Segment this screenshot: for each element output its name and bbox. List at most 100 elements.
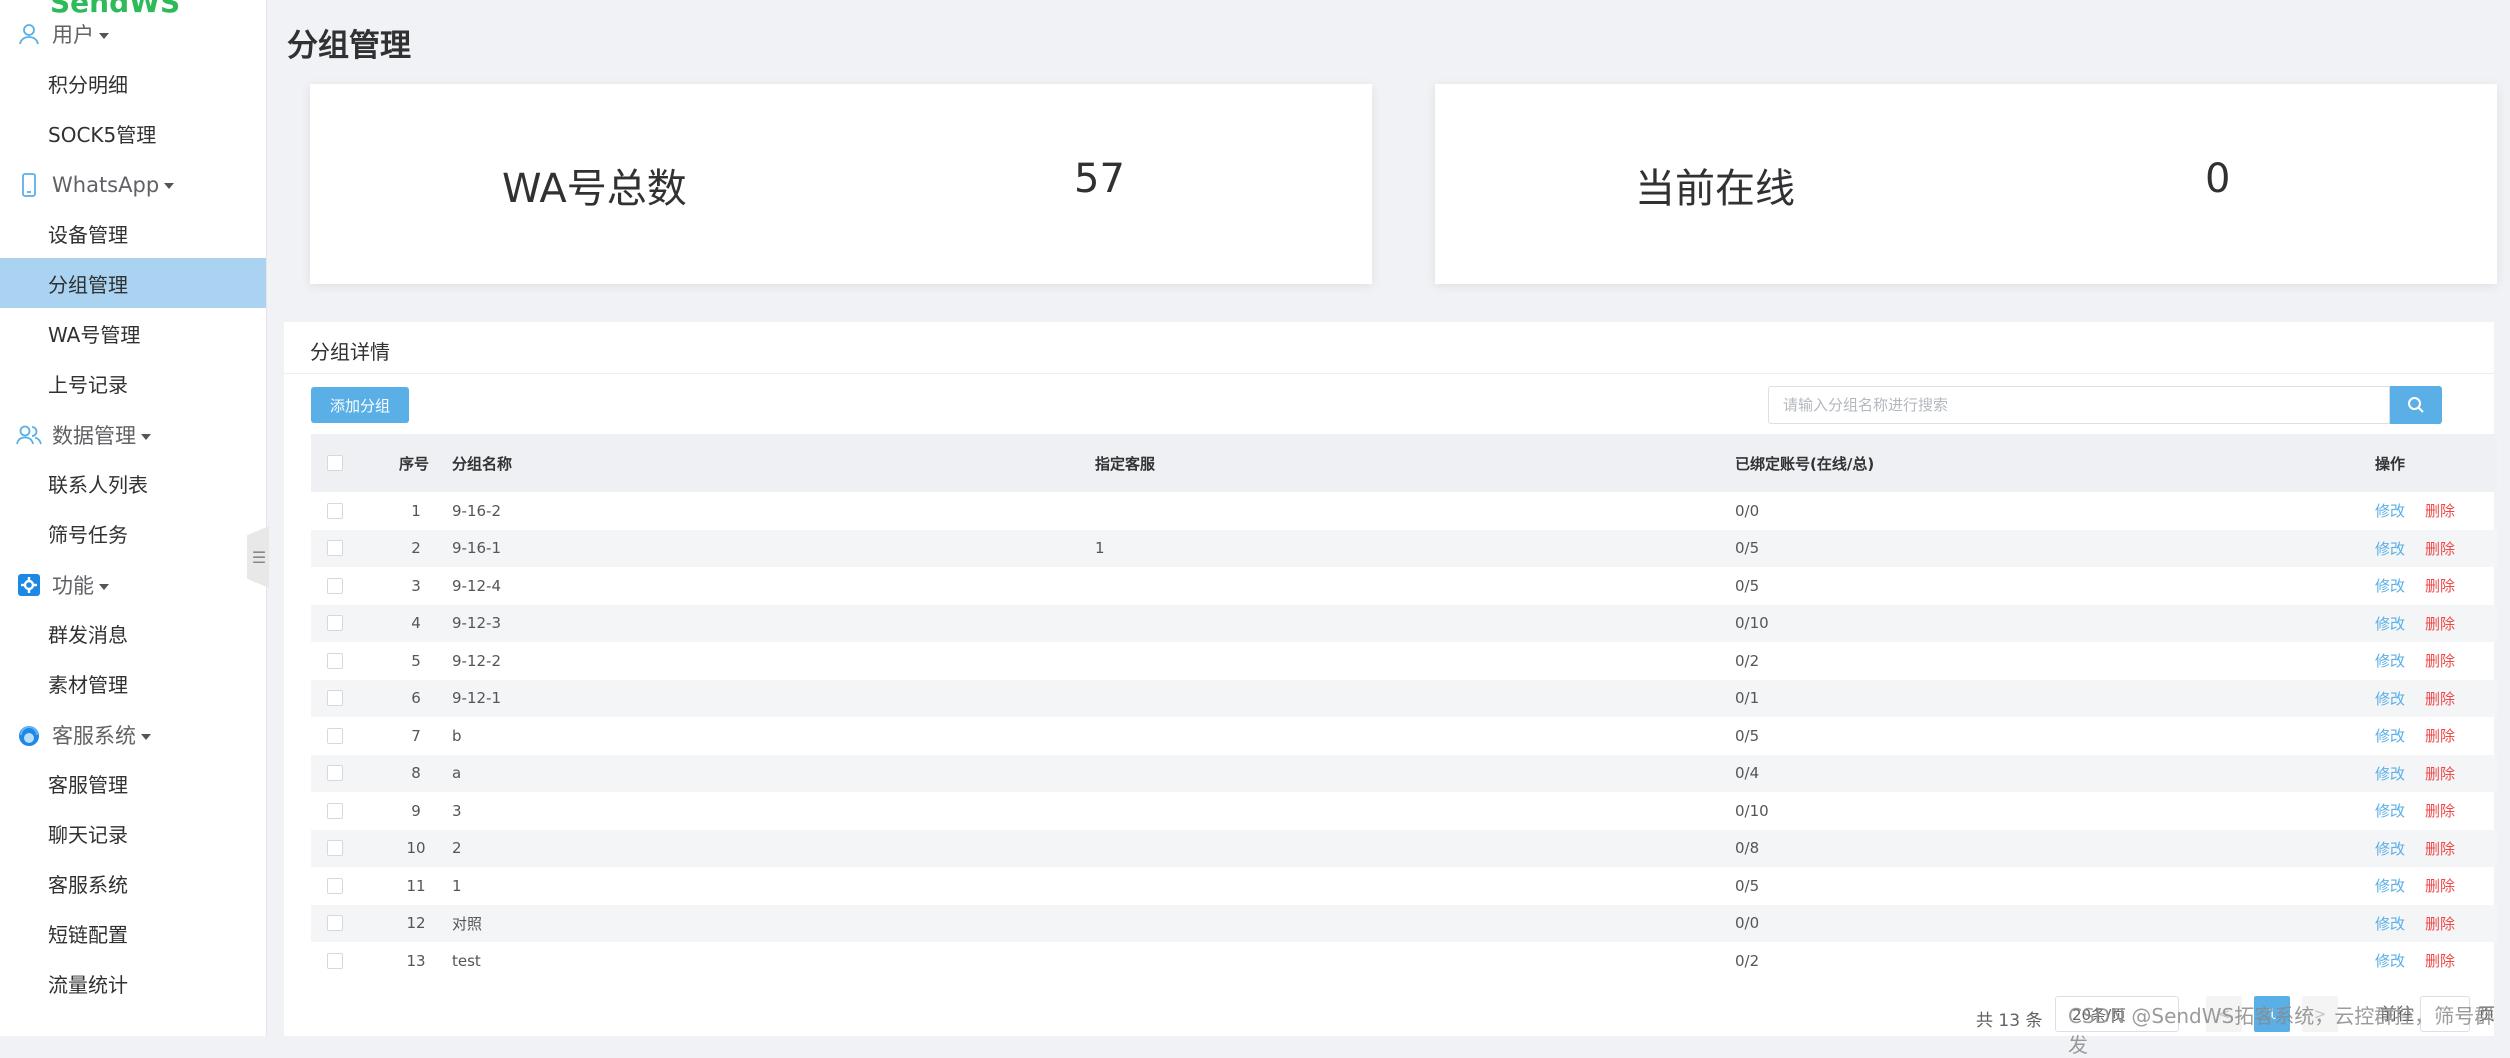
row-index: 12 — [406, 914, 426, 933]
group-name: 9-16-1 — [452, 539, 501, 558]
gear-icon — [16, 572, 42, 598]
row-checkbox[interactable] — [327, 802, 343, 819]
sidebar-item-traffic[interactable]: 流量统计 — [0, 958, 266, 1008]
row-checkbox[interactable] — [327, 840, 343, 857]
column-header: 已绑定账号(在线/总) — [1735, 454, 1875, 473]
edit-link[interactable]: 修改 — [2375, 688, 2405, 709]
collapse-icon: ☰ — [251, 547, 267, 567]
row-index: 2 — [411, 539, 421, 558]
table-row: 2 9-16-1 1 0/5 修改 删除 — [311, 529, 2497, 567]
delete-link[interactable]: 删除 — [2425, 688, 2455, 709]
bound-accounts: 0/5 — [1735, 576, 1760, 595]
row-checkbox[interactable] — [327, 765, 343, 782]
sidebar-group-functions[interactable]: 功能 — [0, 560, 266, 610]
search-button[interactable] — [2390, 386, 2442, 424]
sidebar-item-contacts[interactable]: 联系人列表 — [0, 458, 266, 508]
row-checkbox[interactable] — [327, 877, 343, 894]
stat-value: 57 — [1074, 156, 1125, 202]
sidebar-item-wa-accounts[interactable]: WA号管理 — [0, 308, 266, 358]
row-index: 11 — [406, 876, 426, 895]
row-checkbox[interactable] — [327, 952, 343, 969]
edit-link[interactable]: 修改 — [2375, 725, 2405, 746]
table-row: 7 b 0/5 修改 删除 — [311, 717, 2497, 755]
edit-link[interactable]: 修改 — [2375, 800, 2405, 821]
sidebar-item-service-system[interactable]: 客服系统 — [0, 858, 266, 908]
bound-accounts: 0/0 — [1735, 501, 1760, 520]
row-checkbox[interactable] — [327, 540, 343, 557]
stat-card-online: 当前在线 0 — [1435, 84, 2497, 284]
sidebar-item-sock5[interactable]: SOCK5管理 — [0, 108, 266, 158]
phone-icon — [16, 172, 42, 198]
delete-link[interactable]: 删除 — [2425, 838, 2455, 859]
table-row: 3 9-12-4 0/5 修改 删除 — [311, 567, 2497, 605]
panel-title: 分组详情 — [310, 340, 390, 364]
row-checkbox[interactable] — [327, 915, 343, 932]
sidebar-item-agents[interactable]: 客服管理 — [0, 758, 266, 808]
delete-link[interactable]: 删除 — [2425, 613, 2455, 634]
row-checkbox[interactable] — [327, 502, 343, 519]
table-row: 8 a 0/4 修改 删除 — [311, 754, 2497, 792]
edit-link[interactable]: 修改 — [2375, 500, 2405, 521]
sidebar-item-points[interactable]: 积分明细 — [0, 58, 266, 108]
edit-link[interactable]: 修改 — [2375, 838, 2405, 859]
edit-link[interactable]: 修改 — [2375, 875, 2405, 896]
group-name: 9-12-1 — [452, 689, 501, 708]
stat-value: 0 — [2205, 156, 2231, 202]
row-checkbox[interactable] — [327, 615, 343, 632]
assigned-agent: 1 — [1095, 539, 1105, 558]
sidebar-item-filter-tasks[interactable]: 筛号任务 — [0, 508, 266, 558]
sidebar-group-data[interactable]: 数据管理 — [0, 410, 266, 460]
group-name: 2 — [452, 839, 462, 858]
add-group-button[interactable]: 添加分组 — [311, 387, 409, 423]
group-name: 1 — [452, 876, 462, 895]
row-checkbox[interactable] — [327, 690, 343, 707]
bound-accounts: 0/10 — [1735, 614, 1769, 633]
row-index: 10 — [406, 839, 426, 858]
bound-accounts: 0/0 — [1735, 914, 1760, 933]
delete-link[interactable]: 删除 — [2425, 575, 2455, 596]
table-row: 1 9-16-2 0/0 修改 删除 — [311, 492, 2497, 530]
sidebar-item-groups[interactable]: 分组管理 — [0, 258, 266, 308]
sidebar-item-login-records[interactable]: 上号记录 — [0, 358, 266, 408]
page-title: 分组管理 — [287, 28, 411, 64]
delete-link[interactable]: 删除 — [2425, 725, 2455, 746]
sidebar-group-service[interactable]: 客服系统 — [0, 710, 266, 760]
delete-link[interactable]: 删除 — [2425, 875, 2455, 896]
edit-link[interactable]: 修改 — [2375, 950, 2405, 971]
delete-link[interactable]: 删除 — [2425, 538, 2455, 559]
row-checkbox[interactable] — [327, 652, 343, 669]
sidebar-group-whatsapp[interactable]: WhatsApp — [0, 160, 266, 210]
sidebar-item-chat-records[interactable]: 聊天记录 — [0, 808, 266, 858]
delete-link[interactable]: 删除 — [2425, 650, 2455, 671]
caret-down-icon — [99, 33, 109, 39]
delete-link[interactable]: 删除 — [2425, 800, 2455, 821]
select-all-checkbox[interactable] — [327, 455, 343, 471]
delete-link[interactable]: 删除 — [2425, 500, 2455, 521]
bound-accounts: 0/10 — [1735, 801, 1769, 820]
panel-header: 分组详情 — [284, 322, 2494, 374]
delete-link[interactable]: 删除 — [2425, 913, 2455, 934]
edit-link[interactable]: 修改 — [2375, 575, 2405, 596]
row-index: 7 — [411, 726, 421, 745]
sidebar-item-shortlinks[interactable]: 短链配置 — [0, 908, 266, 958]
row-checkbox[interactable] — [327, 727, 343, 744]
row-checkbox[interactable] — [327, 577, 343, 594]
sidebar-collapse-handle[interactable]: ☰ — [247, 526, 269, 588]
sidebar-item-broadcast[interactable]: 群发消息 — [0, 608, 266, 658]
edit-link[interactable]: 修改 — [2375, 613, 2405, 634]
search-input[interactable] — [1768, 386, 2390, 424]
row-index: 8 — [411, 764, 421, 783]
edit-link[interactable]: 修改 — [2375, 913, 2405, 934]
sidebar-group-user[interactable]: 用户 — [0, 9, 266, 59]
sidebar-item-materials[interactable]: 素材管理 — [0, 658, 266, 708]
group-name: 9-12-4 — [452, 576, 501, 595]
delete-link[interactable]: 删除 — [2425, 950, 2455, 971]
row-index: 6 — [411, 689, 421, 708]
sidebar-item-devices[interactable]: 设备管理 — [0, 208, 266, 258]
row-index: 1 — [411, 501, 421, 520]
edit-link[interactable]: 修改 — [2375, 538, 2405, 559]
bound-accounts: 0/5 — [1735, 876, 1760, 895]
delete-link[interactable]: 删除 — [2425, 763, 2455, 784]
edit-link[interactable]: 修改 — [2375, 650, 2405, 671]
edit-link[interactable]: 修改 — [2375, 763, 2405, 784]
